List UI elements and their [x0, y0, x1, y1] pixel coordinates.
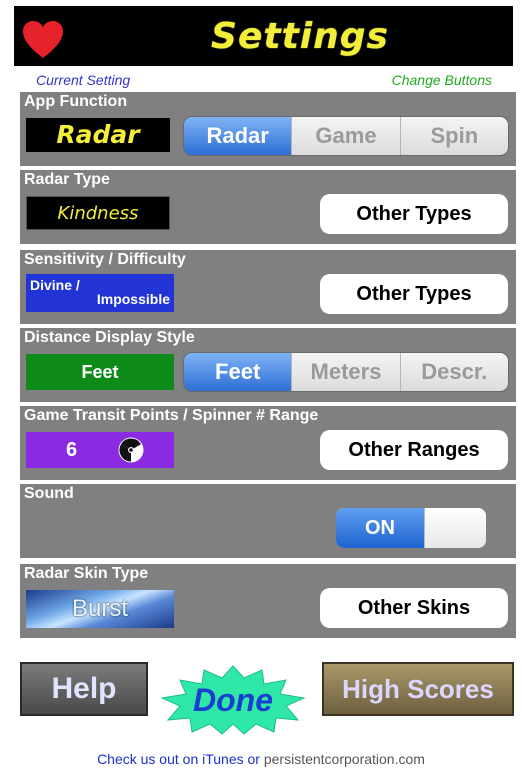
footer-link[interactable]: Check us out on iTunes or persistentcorp…	[0, 750, 522, 768]
sensitivity-line2: Impossible	[96, 291, 170, 307]
section-title: Game Transit Points / Spinner # Range	[24, 407, 319, 424]
sound-panel: Sound ON	[20, 484, 516, 558]
footer-site[interactable]: persistentcorporation.com	[264, 751, 425, 767]
radar-type-panel: Radar Type Kindness Other Types	[20, 170, 516, 244]
range-value: 6	[66, 439, 78, 461]
page-title: Settings	[211, 16, 389, 57]
distance-panel: Distance Display Style Feet Feet Meters …	[20, 328, 516, 402]
other-skins-button[interactable]: Other Skins	[320, 588, 508, 628]
app-function-segmented-control[interactable]: Radar Game Spin	[183, 116, 509, 156]
radiation-icon	[118, 437, 144, 463]
section-title: Distance Display Style	[24, 329, 195, 346]
segment-feet[interactable]: Feet	[184, 353, 292, 391]
current-range: 6	[26, 432, 174, 468]
sound-toggle[interactable]: ON	[336, 508, 486, 548]
current-app-function: Radar	[26, 118, 170, 152]
done-button[interactable]: Done	[158, 680, 308, 720]
other-types-button[interactable]: Other Types	[320, 194, 508, 234]
segment-meters[interactable]: Meters	[291, 353, 400, 391]
footer-text[interactable]: Check us out on iTunes or	[97, 751, 260, 767]
range-panel: Game Transit Points / Spinner # Range 6 …	[20, 406, 516, 480]
segment-spin[interactable]: Spin	[399, 117, 508, 155]
section-title: Radar Type	[24, 171, 110, 188]
current-setting-label: Current Setting	[36, 72, 131, 88]
section-title: Sensitivity / Difficulty	[24, 251, 186, 268]
current-radar-type: Kindness	[26, 196, 170, 230]
section-title: Radar Skin Type	[24, 565, 149, 582]
high-scores-button[interactable]: High Scores	[322, 662, 514, 716]
current-sensitivity: Divine / Impossible	[26, 274, 174, 312]
segment-game[interactable]: Game	[291, 117, 400, 155]
segment-radar[interactable]: Radar	[184, 117, 292, 155]
change-buttons-label: Change Buttons	[391, 72, 492, 88]
other-types-button[interactable]: Other Types	[320, 274, 508, 314]
toggle-knob[interactable]	[424, 508, 486, 548]
section-title: Sound	[24, 485, 74, 502]
app-function-panel: App Function Radar Radar Game Spin	[20, 92, 516, 166]
section-title: App Function	[24, 93, 128, 110]
current-skin: Burst	[26, 590, 174, 628]
skin-panel: Radar Skin Type Burst Other Skins	[20, 564, 516, 638]
current-distance-style: Feet	[26, 354, 174, 390]
toggle-on-label: ON	[336, 508, 424, 548]
help-button[interactable]: Help	[20, 662, 148, 716]
heart-icon[interactable]	[22, 20, 64, 60]
segment-descr[interactable]: Descr.	[399, 353, 508, 391]
sensitivity-panel: Sensitivity / Difficulty Divine / Imposs…	[20, 250, 516, 324]
distance-segmented-control[interactable]: Feet Meters Descr.	[183, 352, 509, 392]
sensitivity-line1: Divine /	[30, 277, 80, 293]
other-ranges-button[interactable]: Other Ranges	[320, 430, 508, 470]
